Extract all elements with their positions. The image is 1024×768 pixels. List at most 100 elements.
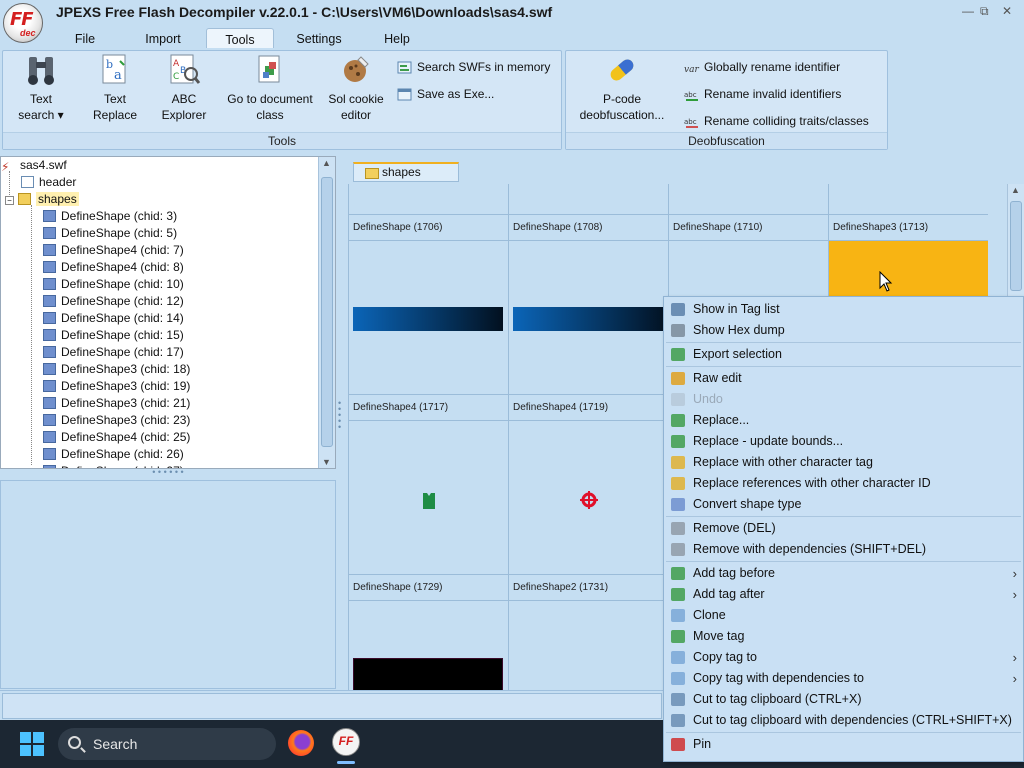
menu-separator (666, 732, 1021, 733)
grid-cell-partial[interactable] (829, 184, 988, 215)
sol-cookie-editor-button[interactable]: Sol cookie editor (323, 53, 389, 123)
grid-cell-partial[interactable] (509, 184, 669, 215)
shape-icon (43, 363, 56, 375)
menu-item-remove-del[interactable]: Remove (DEL) (664, 518, 1023, 539)
sol-cookie-editor-label-2: editor (340, 108, 372, 122)
menu-item-copy-tag-with-dependencies-to[interactable]: Copy tag with dependencies to › (664, 668, 1023, 689)
shape-icon (671, 498, 685, 511)
content-tab-shapes[interactable]: shapes (353, 162, 459, 182)
tag-tree[interactable]: ⚡ sas4.swf header − shapes DefineShape (ch… (0, 156, 336, 469)
scroll-up-icon[interactable]: ▲ (322, 158, 331, 168)
tree-scrollbar[interactable]: ▲ ▼ (318, 157, 335, 468)
menu-item-remove-with-dependencies-shift-del[interactable]: Remove with dependencies (SHIFT+DEL) (664, 539, 1023, 560)
collapse-icon[interactable]: − (5, 196, 14, 205)
menu-item-replace-with-other-character-tag[interactable]: Replace with other character tag (664, 452, 1023, 473)
search-swfs-in-memory-button[interactable]: Search SWFs in memory (397, 58, 550, 78)
windows-start-icon[interactable] (20, 732, 44, 756)
ffdec-logo-icon[interactable]: FF dec (3, 3, 43, 43)
save-as-exe-button[interactable]: Save as Exe... (397, 85, 494, 105)
grid-cell[interactable]: DefineShape4 (1717) (349, 395, 509, 575)
maximize-button[interactable]: ⧉ (980, 4, 989, 19)
logo-subtext: dec (20, 28, 36, 38)
tree-item-shape[interactable]: DefineShape (chid: 3) (43, 208, 177, 225)
tree-item-shape[interactable]: DefineShape (chid: 5) (43, 225, 177, 242)
content-scroll-thumb[interactable] (1010, 201, 1022, 291)
menu-item-raw-edit[interactable]: Raw edit (664, 368, 1023, 389)
tree-item-shape[interactable]: DefineShape3 (chid: 19) (43, 378, 190, 395)
tree-item-label: DefineShape3 (chid: 21) (61, 396, 191, 410)
tree-item-shape[interactable]: DefineShape3 (chid: 23) (43, 412, 190, 429)
rename-colliding-traits-button[interactable]: abc Rename colliding traits/classes (684, 112, 869, 132)
scroll-up-icon[interactable]: ▲ (1011, 185, 1020, 195)
pcode-deobfuscation-button[interactable]: P-code deobfuscation... (574, 53, 670, 123)
menu-item-cut-to-tag-clipboard-ctrl-x[interactable]: Cut to tag clipboard (CTRL+X) (664, 689, 1023, 710)
tab-help[interactable]: Help (374, 28, 420, 49)
grid-cell[interactable]: DefineShape4 (1719) (509, 395, 669, 575)
shape-icon (43, 244, 56, 256)
tab-settings[interactable]: Settings (286, 28, 352, 49)
tree-scroll-thumb[interactable] (321, 177, 333, 447)
tree-item-shapes-folder[interactable]: − shapes (5, 191, 79, 208)
menu-item-show-hex-dump[interactable]: Show Hex dump (664, 320, 1023, 341)
rename-invalid-identifiers-button[interactable]: abc Rename invalid identifiers (684, 85, 841, 105)
menu-item-replace[interactable]: Replace... (664, 410, 1023, 431)
svg-text:b: b (106, 58, 113, 71)
menu-item-cut-to-tag-clipboard-with-dependencies-ctrl-shift-x[interactable]: Cut to tag clipboard with dependencies (… (664, 710, 1023, 731)
tree-item-shape[interactable]: DefineShape4 (chid: 7) (43, 242, 184, 259)
abc-explorer-button[interactable]: ABC ABC Explorer (153, 53, 215, 123)
text-search-button[interactable]: Text search ▾ (7, 53, 75, 123)
close-button[interactable]: ✕ (1002, 4, 1012, 18)
lower-left-panel (0, 480, 336, 689)
tree-item-shape[interactable]: DefineShape (chid: 15) (43, 327, 184, 344)
horizontal-splitter-handle[interactable]: • • • • • • (0, 468, 336, 477)
menu-item-pin[interactable]: Pin (664, 734, 1023, 755)
text-replace-label-1: Text (103, 92, 126, 106)
var-icon: var (684, 60, 700, 75)
deobfuscation-group: P-code deobfuscation... var Globally ren… (565, 50, 888, 150)
tree-item-shape[interactable]: DefineShape (chid: 10) (43, 276, 184, 293)
tree-item-header[interactable]: header (21, 174, 76, 191)
grid-cell[interactable]: DefineShape (1729) (349, 575, 509, 690)
menu-item-copy-tag-to[interactable]: Copy tag to › (664, 647, 1023, 668)
tree-root[interactable]: ⚡ sas4.swf (1, 157, 67, 174)
tab-tools[interactable]: Tools (206, 28, 274, 49)
menu-item-add-tag-before[interactable]: Add tag before › (664, 563, 1023, 584)
menu-item-show-in-tag-list[interactable]: Show in Tag list (664, 299, 1023, 320)
tab-import[interactable]: Import (136, 28, 190, 49)
cell-label: DefineShape (1729) (349, 575, 508, 601)
taskbar-search-box[interactable]: Search (58, 728, 276, 760)
text-replace-button[interactable]: ba Text Replace (83, 53, 147, 123)
ffdec-icon[interactable]: FF (332, 728, 360, 756)
menu-item-add-tag-after[interactable]: Add tag after › (664, 584, 1023, 605)
remove-icon (671, 522, 685, 535)
menu-item-replace-references-with-other-character-id[interactable]: Replace references with other character … (664, 473, 1023, 494)
menu-item-convert-shape-type[interactable]: Convert shape type (664, 494, 1023, 515)
tree-item-shape[interactable]: DefineShape (chid: 14) (43, 310, 184, 327)
globally-rename-identifier-button[interactable]: var Globally rename identifier (684, 58, 840, 78)
tree-item-shape[interactable]: DefineShape3 (chid: 18) (43, 361, 190, 378)
shape-icon (43, 295, 56, 307)
minimize-button[interactable]: — (962, 4, 974, 18)
shape-preview (513, 307, 669, 331)
tree-item-shape[interactable]: DefineShape4 (chid: 25) (43, 429, 190, 446)
firefox-icon[interactable] (288, 730, 314, 756)
tree-item-shape[interactable]: DefineShape (chid: 12) (43, 293, 184, 310)
grid-cell[interactable]: DefineShape (1708) (509, 215, 669, 395)
menu-item-export-selection[interactable]: Export selection (664, 344, 1023, 365)
scroll-down-icon[interactable]: ▼ (322, 457, 331, 467)
tree-item-shape[interactable]: DefineShape4 (chid: 8) (43, 259, 184, 276)
tree-item-shape[interactable]: DefineShape (chid: 17) (43, 344, 184, 361)
taskbar-search-placeholder: Search (93, 736, 138, 752)
grid-cell[interactable]: DefineShape (1706) (349, 215, 509, 395)
menu-item-clone[interactable]: Clone (664, 605, 1023, 626)
go-to-document-class-button[interactable]: Go to document class (223, 53, 317, 123)
menu-item-replace-update-bounds[interactable]: Replace - update bounds... (664, 431, 1023, 452)
grid-cell-partial[interactable] (349, 184, 509, 215)
tab-file[interactable]: File (62, 28, 108, 49)
tree-folder-label: shapes (36, 192, 79, 206)
grid-cell[interactable]: DefineShape2 (1731) (509, 575, 669, 690)
grid-cell-partial[interactable] (669, 184, 829, 215)
menu-item-move-tag[interactable]: Move tag (664, 626, 1023, 647)
tree-item-shape[interactable]: DefineShape (chid: 26) (43, 446, 184, 463)
tree-item-shape[interactable]: DefineShape3 (chid: 21) (43, 395, 190, 412)
